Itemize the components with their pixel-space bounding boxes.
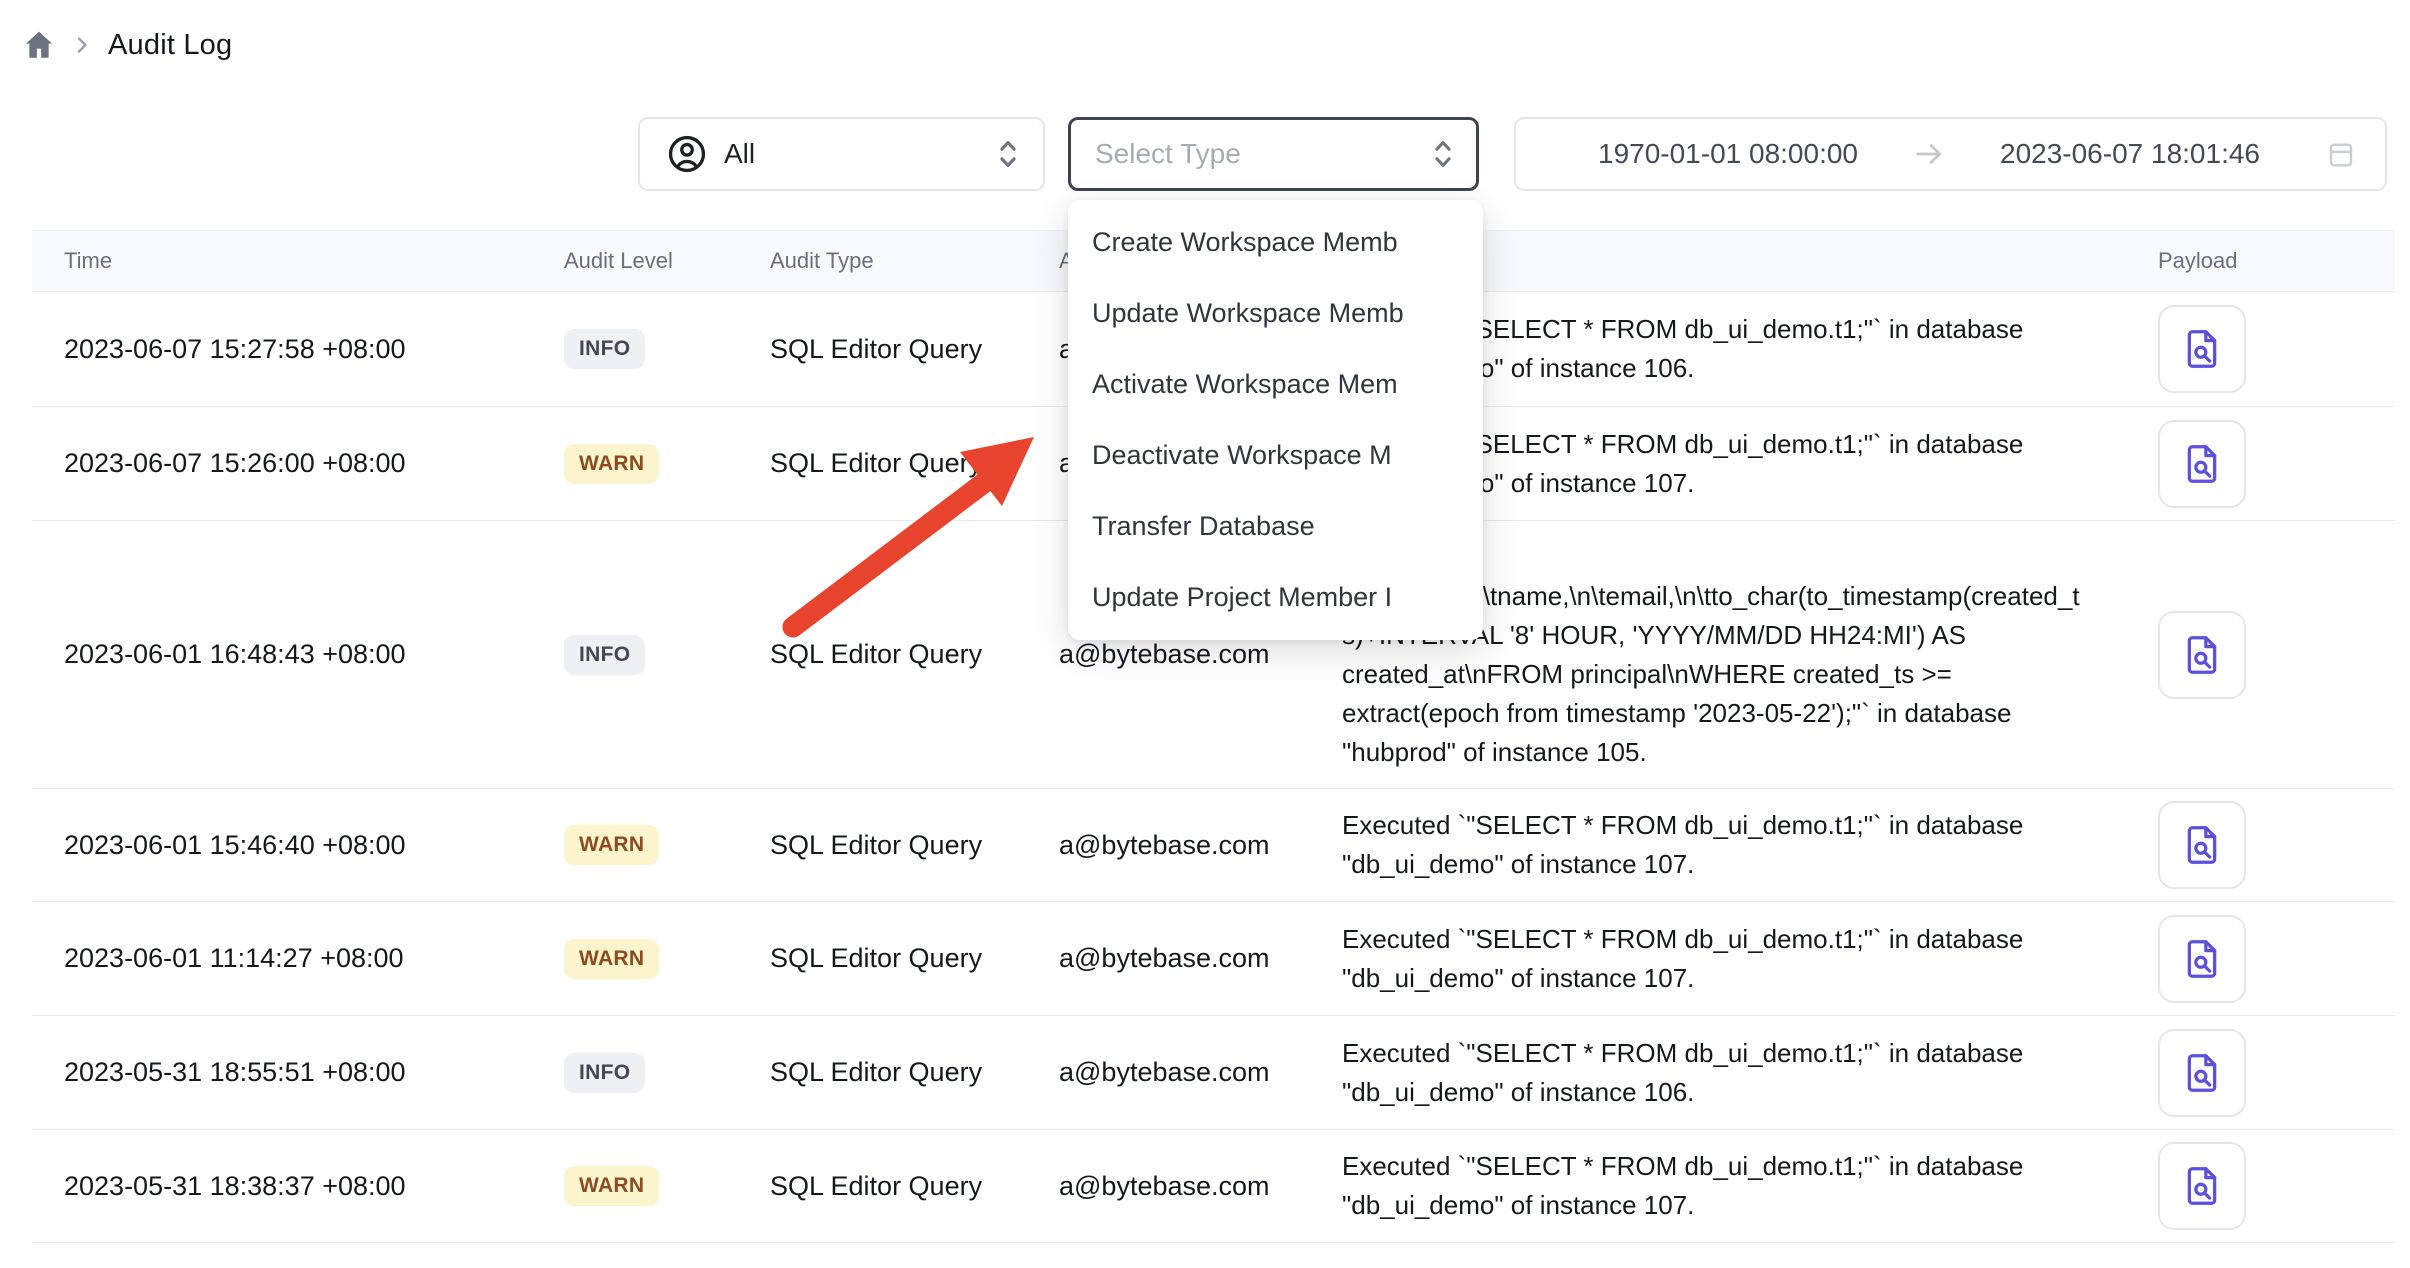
arrow-right-icon <box>1912 137 1946 171</box>
user-circle-icon <box>666 133 708 175</box>
audit-time: 2023-05-31 18:55:51 +08:00 <box>32 1057 532 1088</box>
column-header-payload: Payload <box>2137 248 2395 274</box>
table-row: 2023-06-01 15:46:40 +08:00 WARN SQL Edit… <box>32 789 2395 902</box>
audit-log-page: Audit Log All Select Type 1970-01-01 08:… <box>0 0 2410 1268</box>
actor-filter-select[interactable]: All <box>638 117 1045 191</box>
column-header-time: Time <box>32 248 532 274</box>
audit-time: 2023-06-01 15:46:40 +08:00 <box>32 830 532 861</box>
audit-time: 2023-06-01 16:48:43 +08:00 <box>32 639 532 670</box>
type-filter-select[interactable]: Select Type <box>1068 117 1479 191</box>
breadcrumb: Audit Log <box>22 28 232 62</box>
audit-level-badge: WARN <box>564 939 659 979</box>
audit-level-badge: INFO <box>564 329 645 369</box>
audit-time: 2023-05-31 18:38:37 +08:00 <box>32 1171 532 1202</box>
audit-comment: Executed `"SELECT * FROM db_ui_demo.t1;"… <box>1321 786 2137 904</box>
audit-type: SQL Editor Query <box>748 334 1038 365</box>
audit-type: SQL Editor Query <box>748 448 1038 479</box>
file-search-icon <box>2179 822 2225 868</box>
page-title: Audit Log <box>108 29 232 62</box>
payload-button[interactable] <box>2158 1029 2246 1117</box>
type-filter-placeholder: Select Type <box>1095 138 1241 170</box>
payload-button[interactable] <box>2158 305 2246 393</box>
dropdown-item-create-workspace-member[interactable]: Create Workspace Memb <box>1068 207 1483 278</box>
date-range-end[interactable]: 2023-06-07 18:01:46 <box>1946 138 2314 170</box>
file-search-icon <box>2179 326 2225 372</box>
table-row: 2023-05-31 18:55:51 +08:00 INFO SQL Edit… <box>32 1016 2395 1130</box>
audit-type: SQL Editor Query <box>748 1171 1038 1202</box>
date-range-picker[interactable]: 1970-01-01 08:00:00 2023-06-07 18:01:46 <box>1514 117 2387 191</box>
audit-level-badge: WARN <box>564 1166 659 1206</box>
audit-actor: a@bytebase.com <box>1038 830 1321 861</box>
home-icon[interactable] <box>22 28 56 62</box>
audit-time: 2023-06-07 15:27:58 +08:00 <box>32 334 532 365</box>
payload-button[interactable] <box>2158 801 2246 889</box>
calendar-icon[interactable] <box>2325 138 2357 170</box>
audit-comment: Executed `"SELECT * FROM db_ui_demo.t1;"… <box>1321 1014 2137 1132</box>
audit-actor: a@bytebase.com <box>1038 1171 1321 1202</box>
dropdown-item-deactivate-workspace-member[interactable]: Deactivate Workspace M <box>1068 420 1483 491</box>
file-search-icon <box>2179 936 2225 982</box>
date-range-start[interactable]: 1970-01-01 08:00:00 <box>1544 138 1912 170</box>
chevron-right-icon <box>70 33 94 57</box>
file-search-icon <box>2179 441 2225 487</box>
audit-level-badge: INFO <box>564 635 645 675</box>
payload-button[interactable] <box>2158 420 2246 508</box>
audit-time: 2023-06-01 11:14:27 +08:00 <box>32 943 532 974</box>
audit-type: SQL Editor Query <box>748 943 1038 974</box>
table-row: 2023-05-31 18:38:37 +08:00 WARN SQL Edit… <box>32 1130 2395 1243</box>
column-header-audit-level: Audit Level <box>532 248 748 274</box>
chevrons-up-down-icon <box>1428 137 1458 171</box>
actor-filter-value: All <box>724 138 755 170</box>
chevrons-up-down-icon <box>993 137 1023 171</box>
audit-type: SQL Editor Query <box>748 830 1038 861</box>
audit-comment: Executed `"SELECT * FROM db_ui_demo.t1;"… <box>1321 1127 2137 1245</box>
audit-actor: a@bytebase.com <box>1038 639 1321 670</box>
payload-button[interactable] <box>2158 915 2246 1003</box>
column-header-audit-type: Audit Type <box>748 248 1038 274</box>
type-filter-dropdown: Create Workspace Memb Update Workspace M… <box>1068 200 1483 640</box>
payload-button[interactable] <box>2158 611 2246 699</box>
dropdown-item-update-project-member[interactable]: Update Project Member I <box>1068 562 1483 633</box>
audit-level-badge: WARN <box>564 444 659 484</box>
dropdown-item-activate-workspace-member[interactable]: Activate Workspace Mem <box>1068 349 1483 420</box>
table-row-partial <box>32 1243 2395 1268</box>
audit-actor: a@bytebase.com <box>1038 1057 1321 1088</box>
audit-time: 2023-06-07 15:26:00 +08:00 <box>32 448 532 479</box>
audit-actor: a@bytebase.com <box>1038 943 1321 974</box>
table-row: 2023-06-01 11:14:27 +08:00 WARN SQL Edit… <box>32 902 2395 1016</box>
payload-button[interactable] <box>2158 1142 2246 1230</box>
file-search-icon <box>2179 1050 2225 1096</box>
dropdown-item-transfer-database[interactable]: Transfer Database <box>1068 491 1483 562</box>
file-search-icon <box>2179 1163 2225 1209</box>
audit-type: SQL Editor Query <box>748 1057 1038 1088</box>
audit-comment: Executed `"SELECT * FROM db_ui_demo.t1;"… <box>1321 900 2137 1018</box>
audit-level-badge: WARN <box>564 825 659 865</box>
file-search-icon <box>2179 632 2225 678</box>
dropdown-item-update-workspace-member[interactable]: Update Workspace Memb <box>1068 278 1483 349</box>
audit-level-badge: INFO <box>564 1053 645 1093</box>
audit-type: SQL Editor Query <box>748 639 1038 670</box>
